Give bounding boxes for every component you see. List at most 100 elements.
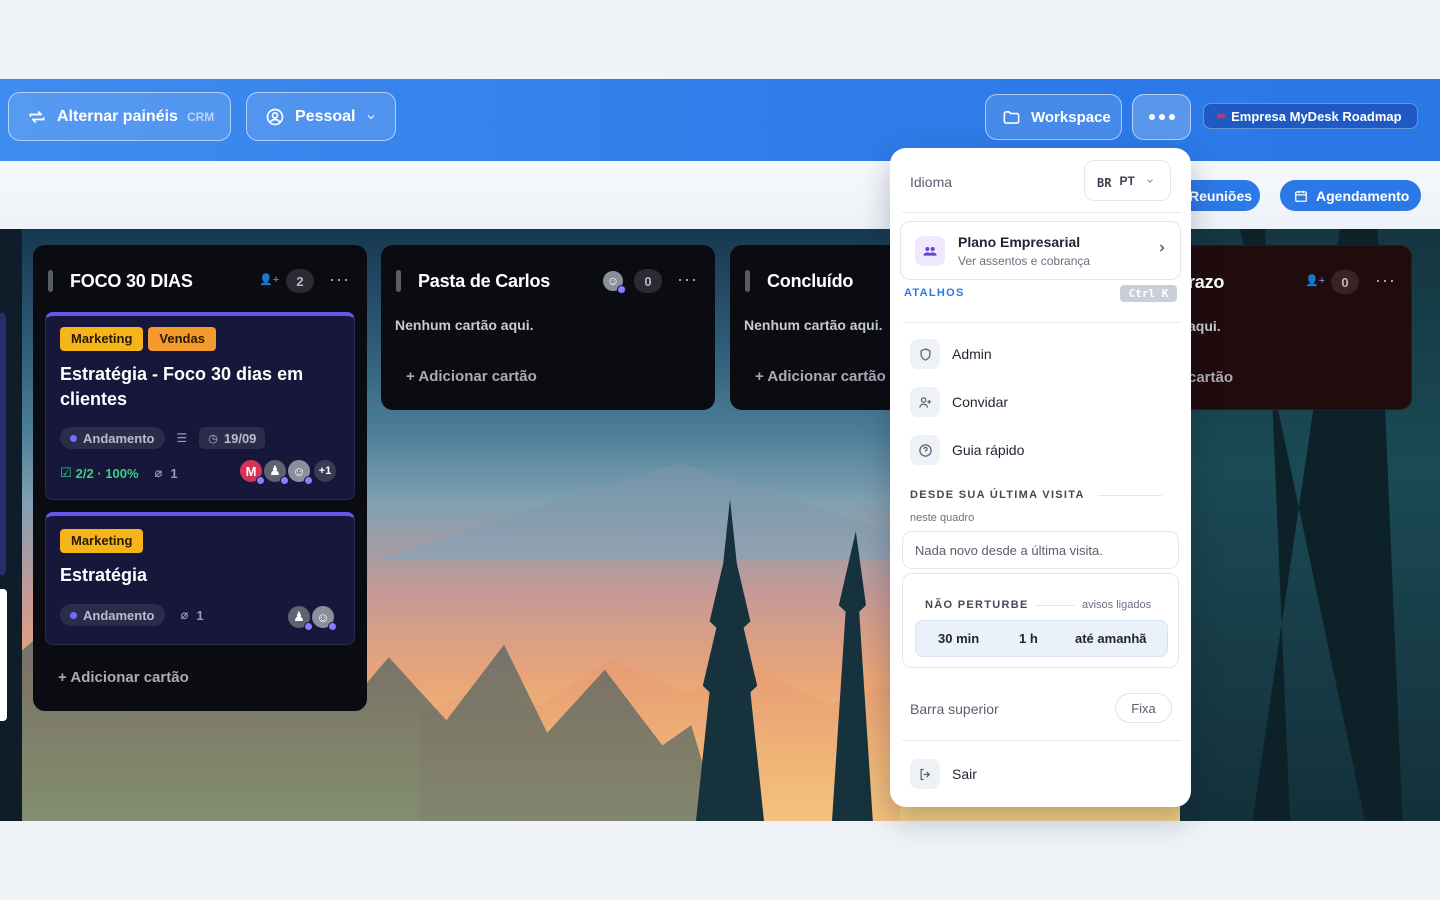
workspace-label: Workspace (1031, 108, 1111, 126)
clock-icon: ◷ (208, 432, 218, 445)
crm-tag: CRM (186, 109, 215, 124)
divider (1098, 495, 1162, 496)
add-card-button[interactable]: + Adicionar cartão (755, 368, 886, 385)
user-circle-icon (266, 108, 284, 125)
alternar-paineis-button[interactable]: Alternar painéis CRM (8, 92, 231, 141)
card[interactable]: Marketing Vendas Estratégia - Foco 30 dia… (45, 312, 355, 500)
switch-icon (29, 110, 45, 123)
attachment-count: 1 (170, 465, 178, 481)
column-drag-handle[interactable] (745, 270, 750, 292)
plan-subtitle: Ver assentos e cobrança (958, 254, 1091, 268)
assign-member-icon[interactable]: 👤+ (1305, 274, 1325, 287)
attachment-icon: ⌀ (180, 607, 189, 622)
do-not-disturb-box: NÃO PERTURBE avisos ligados 30 min 1 h a… (902, 573, 1179, 668)
shield-icon (910, 339, 940, 369)
empty-column-message: Nenhum cartão aqui. (744, 317, 883, 333)
card-footer: ☑ 2/2 · 100% ⌀ 1 (60, 465, 178, 481)
card-title: Estratégia (60, 565, 148, 585)
card-title: Estratégia - Foco 30 dias em clientes (60, 364, 304, 409)
card-meta: Andamento ☰ ◷ 19/09 (60, 427, 266, 449)
left-card-edge-white (0, 589, 7, 721)
chevron-down-icon (368, 114, 375, 119)
menu-item-label: Convidar (952, 394, 1009, 410)
column-pasta-de-carlos: Pasta de Carlos ☺ 0 ··· Nenhum cartão aq… (381, 245, 715, 410)
logout-icon (910, 759, 940, 789)
column-drag-handle[interactable] (48, 270, 53, 292)
sub-bar: Reuniões Agendamento (0, 161, 1440, 229)
person-icon: ♟ (269, 463, 281, 478)
status-dot (70, 611, 77, 619)
avatar[interactable]: ♟ (286, 604, 313, 631)
dnd-option-1h[interactable]: 1 h (1019, 631, 1038, 646)
agendamento-button[interactable]: Agendamento (1280, 180, 1421, 211)
avatar[interactable]: ♟ (262, 458, 289, 485)
column-title: Concluído (767, 270, 854, 291)
person-icon: ☺ (316, 609, 330, 625)
column-drag-handle[interactable] (396, 270, 401, 292)
board-color-icon: ●● (1216, 110, 1226, 122)
status-label: Andamento (83, 430, 155, 446)
menu-item-label: Guia rápido (952, 442, 1025, 458)
avatar[interactable]: M (238, 458, 265, 485)
verified-icon (304, 476, 313, 485)
add-card-button[interactable]: + Adicionar cartão (406, 368, 537, 385)
attachment-icon: ⌀ (154, 465, 163, 480)
folder-icon (1003, 110, 1020, 124)
card-meta: Andamento ⌀ 1 (60, 604, 204, 626)
topbar-mode-toggle[interactable]: Fixa (1115, 693, 1172, 723)
flag-br-icon: BR (1097, 175, 1112, 190)
due-date: 19/09 (223, 430, 257, 446)
more-options-button[interactable] (1132, 94, 1191, 140)
assign-member-icon[interactable]: 👤+ (259, 273, 279, 286)
dnd-option-30min[interactable]: 30 min (938, 631, 979, 646)
card-tags: Marketing (60, 529, 148, 553)
attachment-count: 1 (196, 607, 204, 623)
status-badge: Andamento (60, 604, 165, 626)
add-card-button-partial[interactable]: cartão (1188, 369, 1233, 386)
card-count-badge: 0 (634, 269, 662, 293)
topbar-setting-label: Barra superior (910, 701, 999, 717)
status-label: Andamento (83, 607, 155, 623)
column-menu-icon[interactable]: ··· (1375, 270, 1396, 291)
column-title-partial: razo (1188, 272, 1225, 292)
avatar[interactable]: ☺ (286, 458, 313, 485)
column-menu-icon[interactable]: ··· (329, 269, 350, 290)
pessoal-dropdown[interactable]: Pessoal (246, 92, 396, 141)
tag-marketing: Marketing (60, 529, 144, 553)
divider (1035, 605, 1075, 606)
column-header: Concluído (745, 267, 853, 295)
avatar[interactable]: ☺ (310, 604, 337, 631)
menu-item-admin[interactable]: Admin (910, 339, 992, 369)
options-dropdown-panel: Idioma BR PT Plano Empresarial Ver assen… (890, 148, 1191, 807)
menu-item-guia-rapido[interactable]: Guia rápido (910, 435, 1024, 465)
menu-item-convidar[interactable]: Convidar (910, 387, 1008, 417)
since-last-visit-heading: DESDE SUA ÚLTIMA VISITA (910, 489, 1085, 501)
dnd-option-ate-amanha[interactable]: até amanhã (1075, 631, 1147, 646)
column-owner-avatar[interactable]: ☺ (601, 269, 626, 294)
card[interactable]: Marketing Estratégia Andamento ⌀ 1 ♟ ☺ (45, 512, 355, 645)
agendamento-label: Agendamento (1316, 187, 1410, 204)
column-foco-30-dias: FOCO 30 DIAS 👤+ 2 ··· Marketing Vendas Es… (33, 245, 367, 711)
plan-card[interactable]: Plano Empresarial Ver assentos e cobranç… (900, 221, 1181, 280)
language-select[interactable]: BR PT (1084, 160, 1171, 201)
column-menu-icon[interactable]: ··· (677, 269, 698, 290)
add-card-button[interactable]: + Adicionar cartão (58, 669, 189, 686)
alternar-paineis-label: Alternar painéis (57, 107, 178, 125)
roadmap-board-chip[interactable]: ●● Empresa MyDesk Roadmap (1203, 103, 1418, 129)
status-badge: Andamento (60, 427, 165, 449)
card-count-badge: 0 (1331, 270, 1359, 294)
workspace-button[interactable]: Workspace (985, 94, 1122, 140)
tag-vendas: Vendas (148, 327, 216, 351)
team-icon (915, 236, 945, 266)
since-scope: neste quadro (910, 512, 975, 524)
menu-item-sair[interactable]: Sair (910, 759, 977, 789)
dot (1148, 114, 1155, 120)
shortcuts-label: ATALHOS (904, 287, 965, 299)
divider (902, 740, 1181, 741)
status-dot (70, 434, 77, 442)
avatar-more[interactable]: +1 (312, 458, 338, 484)
chevron-down-icon (1146, 178, 1153, 183)
tag-marketing: Marketing (60, 327, 144, 351)
column-title: Pasta de Carlos (418, 270, 551, 291)
due-date-badge: ◷ 19/09 (199, 427, 266, 449)
